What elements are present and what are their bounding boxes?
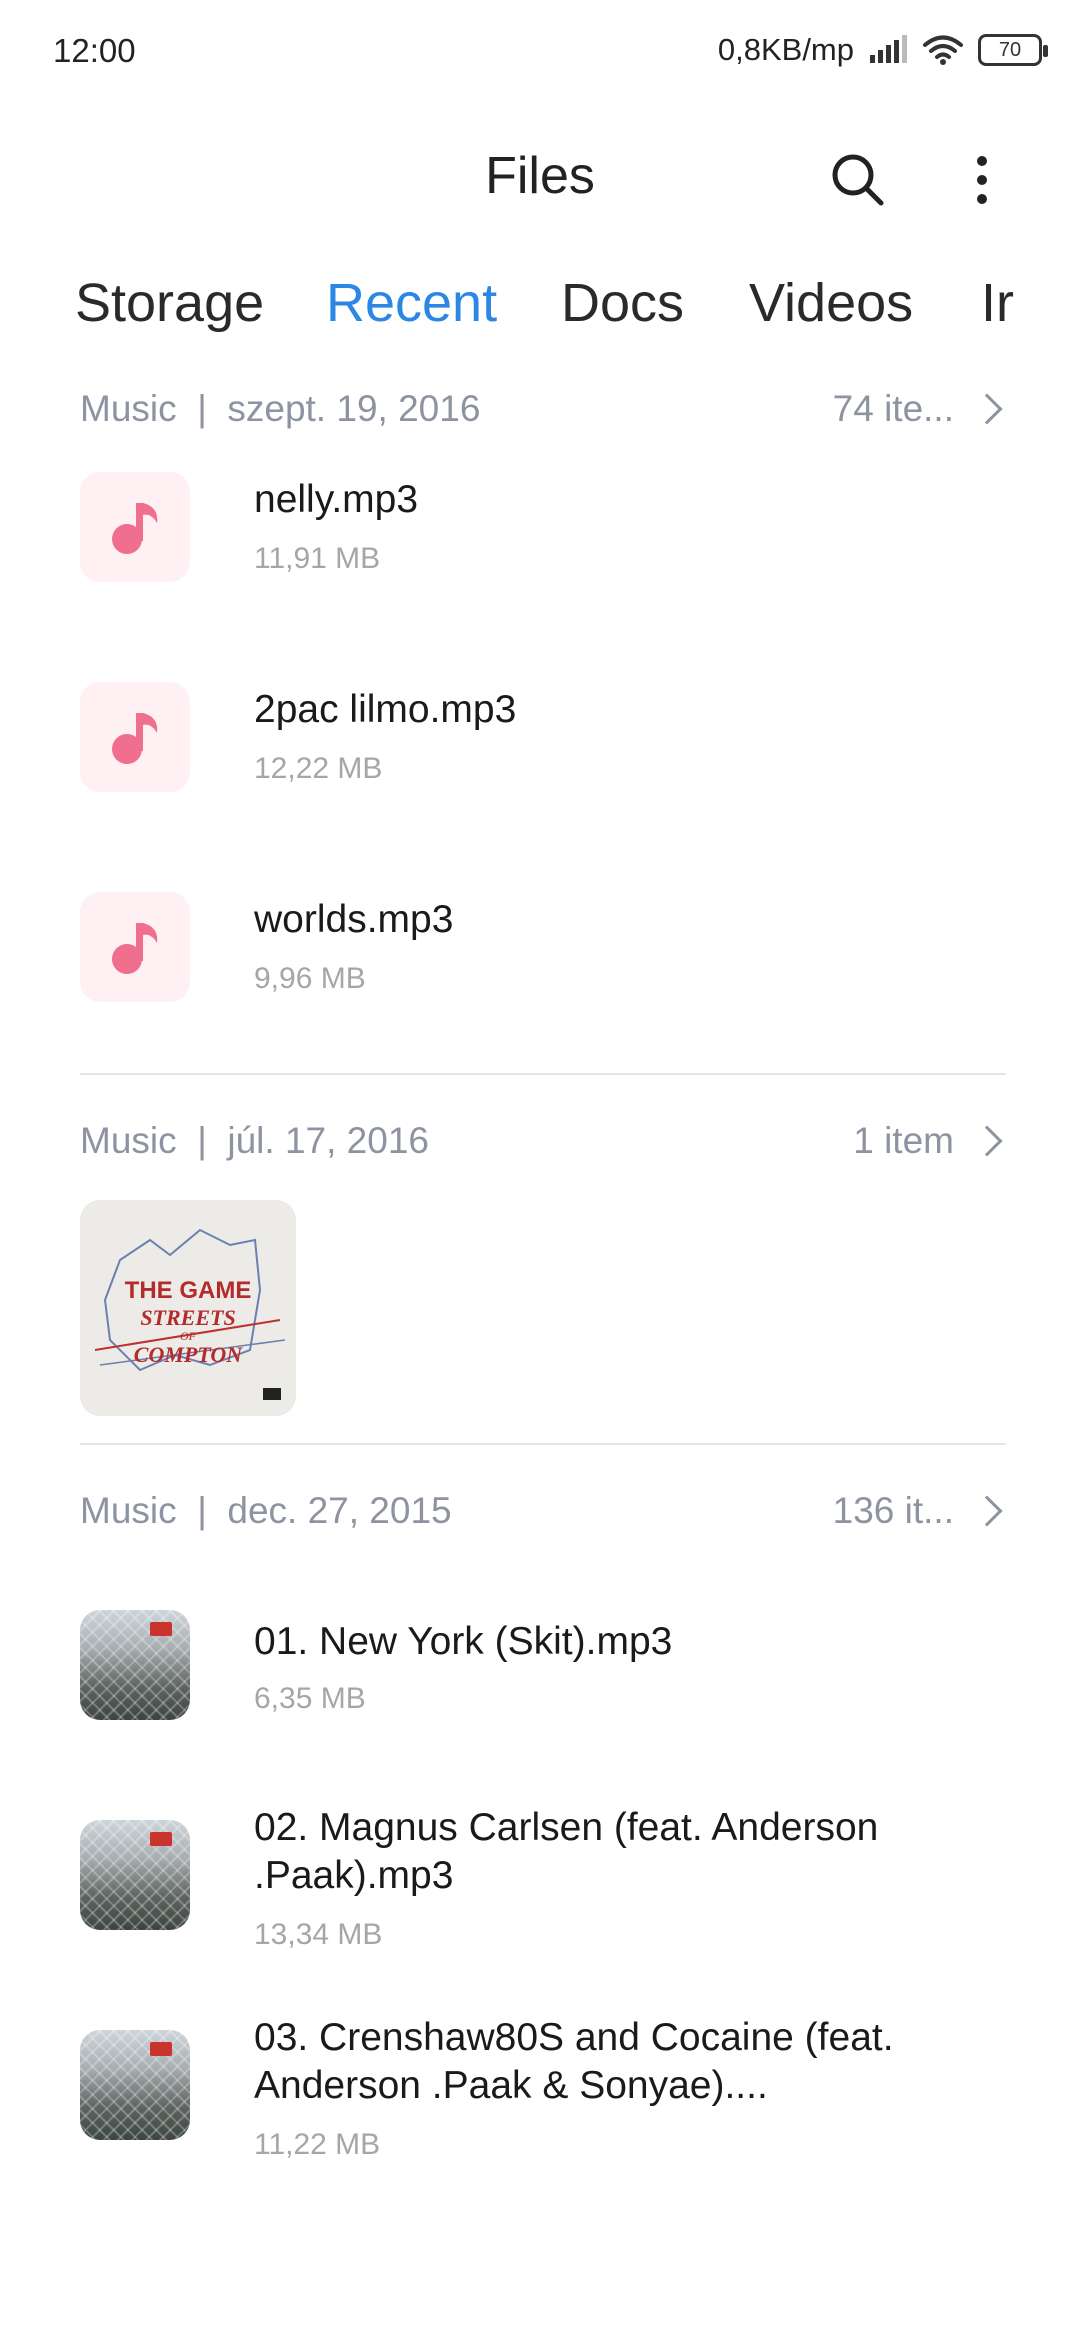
title-bar: Files [0,130,1080,230]
file-size: 11,22 MB [254,2128,381,2161]
tab-videos[interactable]: Videos [749,272,913,334]
list-item[interactable]: nelly.mp3 11,91 MB [80,472,1006,602]
status-bar: 12:00 0,8KB/mp 70 [0,0,1080,100]
tab-docs[interactable]: Docs [561,272,684,334]
album-art-title: THE GAME [125,1277,252,1304]
tab-storage[interactable]: Storage [75,272,264,334]
section-separator: | [197,1120,207,1161]
album-art-line1: STREETS [140,1305,235,1330]
album-cover-art: THE GAME STREETS OF COMPTON [80,1200,296,1416]
album-art-thumbnail [80,2030,190,2140]
tab-images-partial[interactable]: Ir [981,272,1014,334]
file-size: 9,96 MB [254,962,366,995]
list-item[interactable]: 2pac lilmo.mp3 12,22 MB [80,682,1006,812]
cover-logo [150,1832,172,1846]
cover-logo [150,1622,172,1636]
file-name: 03. Crenshaw80S and Cocaine (feat. Ander… [254,2016,894,2107]
chevron-right-icon [971,1495,1003,1527]
cover-texture [80,2030,190,2140]
album-art-line3: COMPTON [134,1342,243,1367]
section-count-link[interactable]: 74 ite... [833,388,1006,430]
files-app: 12:00 0,8KB/mp 70 Files Storage Recent D… [0,0,1080,2340]
status-icons: 0,8KB/mp 70 [717,28,1048,72]
section-category: Music [80,388,177,429]
section-header[interactable]: Music | szept. 19, 2016 74 ite... [80,380,1006,440]
file-thumbnail [80,682,190,792]
cover-logo [150,2042,172,2056]
file-thumbnail [80,892,190,1002]
section-separator: | [197,1490,207,1531]
signal-icon [870,35,907,63]
section-date: júl. 17, 2016 [227,1120,429,1161]
battery-level: 70 [998,38,1022,61]
list-item[interactable]: worlds.mp3 9,96 MB [80,892,1006,1022]
music-note-icon [112,923,158,974]
chevron-right-icon [971,393,1003,425]
section-count-link[interactable]: 136 it... [833,1490,1006,1532]
section-count: 74 ite... [832,388,954,429]
file-name: nelly.mp3 [254,478,419,521]
battery-icon: 70 [978,34,1048,66]
more-vert-icon [977,156,987,204]
cover-texture [80,1820,190,1930]
section-header[interactable]: Music | dec. 27, 2015 136 it... [80,1482,1006,1542]
section-category: Music [80,1120,177,1161]
album-art-thumbnail[interactable]: THE GAME STREETS OF COMPTON [80,1200,296,1416]
category-tabs: Storage Recent Docs Videos Ir [0,260,1015,350]
list-item[interactable]: 02. Magnus Carlsen (feat. Anderson .Paak… [80,1806,1006,1990]
section-count: 1 item [853,1120,954,1161]
wifi-icon [923,35,963,65]
cover-texture [80,1610,190,1720]
status-time: 12:00 [53,32,136,69]
file-size: 12,22 MB [254,752,383,785]
album-art-thumbnail [80,1610,190,1720]
section-count-link[interactable]: 1 item [853,1120,1006,1162]
file-name: 2pac lilmo.mp3 [254,688,517,731]
file-name: worlds.mp3 [254,898,454,941]
file-name: 01. New York (Skit).mp3 [254,1620,673,1663]
section-header[interactable]: Music | júl. 17, 2016 1 item [80,1112,1006,1172]
section-date: szept. 19, 2016 [227,388,481,429]
section-title: Music | dec. 27, 2015 [80,1490,452,1532]
section-category: Music [80,1490,177,1531]
page-title: Files [485,147,595,205]
search-button[interactable] [818,140,898,220]
tab-recent[interactable]: Recent [326,272,497,334]
file-name: 02. Magnus Carlsen (feat. Anderson .Paak… [254,1806,879,1897]
chevron-right-icon [971,1125,1003,1157]
music-note-icon [112,503,158,554]
divider [80,1073,1006,1075]
more-options-button[interactable] [950,140,1014,220]
list-item[interactable]: 01. New York (Skit).mp3 6,35 MB [80,1610,1006,1740]
file-size: 11,91 MB [254,542,381,575]
section-title: Music | júl. 17, 2016 [80,1120,429,1162]
network-speed: 0,8KB/mp [717,32,854,67]
album-art-line2: OF [180,1329,197,1343]
divider [80,1443,1006,1445]
search-icon [832,154,884,206]
file-size: 13,34 MB [254,1918,383,1951]
section-count: 136 it... [832,1490,954,1531]
section-separator: | [197,388,207,429]
file-thumbnail [80,472,190,582]
section-date: dec. 27, 2015 [227,1490,452,1531]
file-size: 6,35 MB [254,1682,366,1715]
list-item[interactable]: 03. Crenshaw80S and Cocaine (feat. Ander… [80,2016,1006,2200]
album-art-thumbnail [80,1820,190,1930]
section-title: Music | szept. 19, 2016 [80,388,480,430]
music-note-icon [112,713,158,764]
